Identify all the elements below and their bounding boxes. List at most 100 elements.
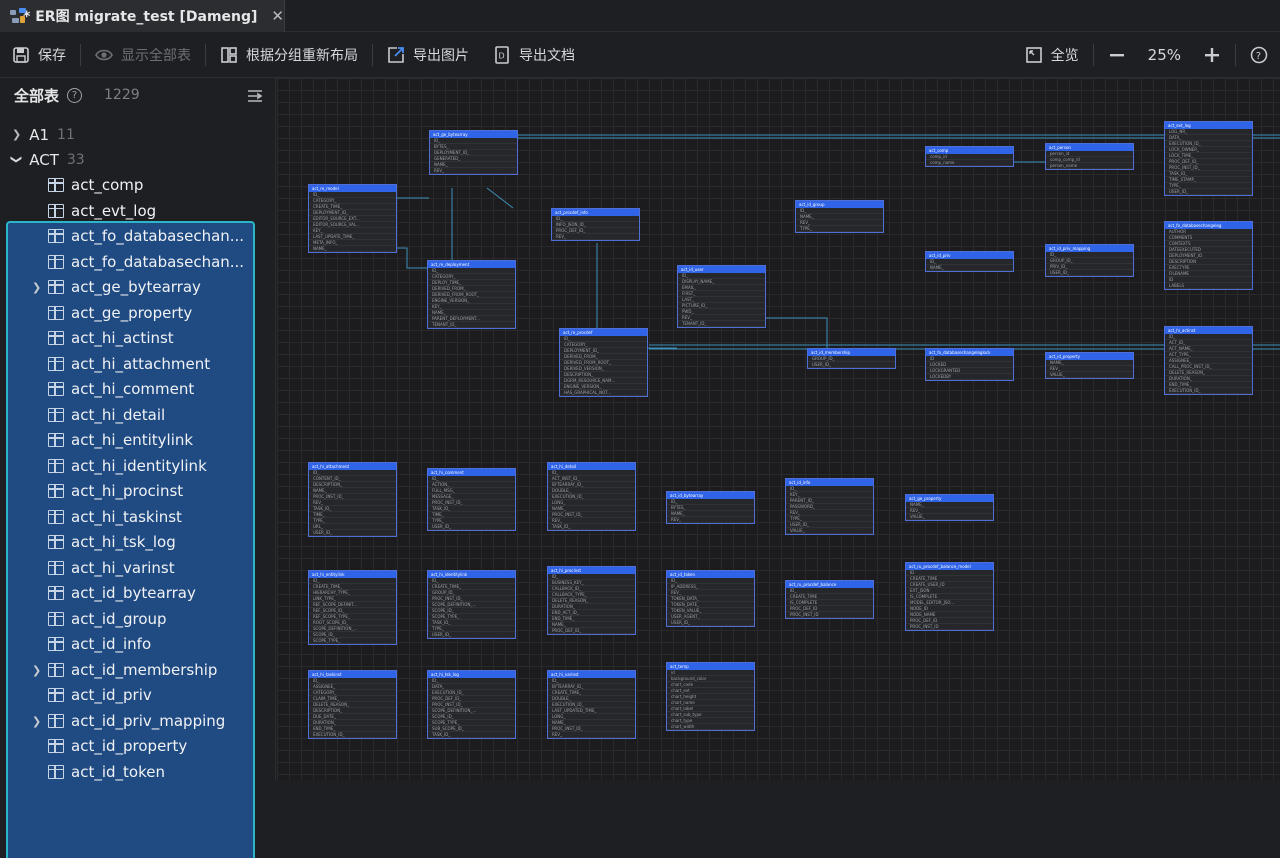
table-list-item[interactable]: act_fo_databasechan...	[8, 250, 251, 275]
er-entity-act-hi-identitylink[interactable]: act_hi_identitylink ID_ CREATE_TIME_ GROUP_…	[427, 570, 516, 639]
entity-column: REV_	[552, 234, 639, 240]
svg-text:?: ?	[1256, 51, 1261, 62]
zoom-in-button[interactable]	[1191, 32, 1233, 78]
entity-header: act_id_bytearray	[667, 492, 754, 499]
entity-header: act_hi_tsk_log	[428, 671, 515, 678]
table-list-item[interactable]: act_fo_databasechan...	[8, 224, 251, 249]
er-entity-act-id-user[interactable]: act_id_user ID_ DISPLAY_NAME_ EMAIL_ FIRST_ L…	[677, 265, 766, 328]
entity-header: act_hi_attachment	[309, 463, 396, 470]
table-list-item[interactable]: act_hi_procinst	[8, 479, 251, 504]
er-entity-act-hi-procinst[interactable]: act_hi_procinst ID_ BUSINESS_KEY_ CALLBACK_…	[547, 566, 636, 635]
er-entity-act-id-info[interactable]: act_id_info ID_ KEY_ PARENT_ID_ PASSWORD_ REV…	[785, 478, 874, 535]
er-entity-act-id-token[interactable]: act_id_token ID_ IP_ADDRESS_ REV_ TOKEN_DATA…	[666, 570, 755, 627]
er-entity-act-fo-databasechangelog[interactable]: act_fo_databasechangelog AUTHOR COMMENTS CO…	[1164, 221, 1253, 290]
entity-header: act_hi_varinst	[548, 671, 635, 678]
table-list-item[interactable]: ❯ act_ge_bytearray	[8, 275, 251, 300]
close-icon[interactable]: ✕	[271, 7, 284, 25]
table-list-item[interactable]: act_ge_property	[8, 301, 251, 326]
table-list-item[interactable]: act_hi_detail	[8, 403, 251, 428]
table-list-item[interactable]: ❯ act_id_membership	[8, 658, 251, 683]
entity-header: act_comp	[926, 147, 1013, 154]
entity-column: person_name	[1046, 163, 1133, 169]
er-entity-act-hi-varinst[interactable]: act_hi_varinst ID_ BYTEARRAY_ID_ CREATE_TIM…	[547, 670, 636, 739]
er-entity-act-temp[interactable]: act_temp id background_color chart_code char…	[666, 662, 755, 731]
table-list-item[interactable]: act_id_token	[8, 760, 251, 785]
group-act[interactable]: ❯ ACT 33	[0, 147, 85, 172]
entity-header: act_fo_databasechangelog	[1165, 222, 1252, 229]
entity-header: act_hi_entitylink	[309, 571, 396, 578]
show-all-button[interactable]: 显示全部表	[83, 32, 203, 78]
table-icon	[48, 739, 64, 753]
er-entity-act-procdef-info[interactable]: act_procdef_info ID_ INFO_JSON_ID_ PROC_DEF…	[551, 208, 640, 241]
tab-er-diagram[interactable]: * ER图 migrate_test [Dameng] ✕	[0, 0, 285, 32]
zoom-out-button[interactable]	[1096, 32, 1138, 78]
save-button[interactable]: 保存	[0, 32, 78, 78]
table-list-item[interactable]: act_hi_comment	[8, 377, 251, 402]
entity-column: LOCKEDBY	[926, 374, 1013, 380]
er-entity-act-id-bytearray[interactable]: act_id_bytearray ID_ BYTES_ NAME_ REV_	[666, 491, 755, 524]
er-entity-act-hi-tsk-log[interactable]: act_hi_tsk_log ID_ DATA_ EXECUTION_ID_ PROC_…	[427, 670, 516, 739]
entity-header: act_id_user	[678, 266, 765, 273]
er-entity-act-fo-databasechangeloglock[interactable]: act_fo_databasechangeloglock ID LOCKED LOCK…	[925, 348, 1014, 381]
er-entity-act-hi-comment[interactable]: act_hi_comment ID_ ACTION_ FULL_MSG_ MESSAGE…	[427, 468, 516, 531]
table-list-item[interactable]: ❯ act_id_priv_mapping	[8, 709, 251, 734]
help-icon: ?	[1250, 46, 1268, 64]
er-entity-act-hi-detail[interactable]: act_hi_detail ID_ ACT_INST_ID_ BYTEARRAY_ID…	[547, 462, 636, 531]
table-icon	[48, 178, 64, 192]
overview-button[interactable]: 全览	[1013, 32, 1091, 78]
er-entity-act-hi-actinst[interactable]: act_hi_actinst ID_ ACT_ID_ ACT_NAME_ ACT_TYP…	[1164, 326, 1253, 395]
collapse-sidebar-icon[interactable]	[247, 88, 263, 104]
export-image-button[interactable]: 导出图片	[375, 32, 481, 78]
help-button[interactable]: ?	[1238, 32, 1280, 78]
table-icon	[48, 586, 64, 600]
group-a1[interactable]: ❯ A1 11	[0, 122, 275, 147]
er-entity-act-comp[interactable]: act_comp comp_id comp_name	[925, 146, 1014, 167]
table-list-item[interactable]: act_hi_identitylink	[8, 454, 251, 479]
table-list-item[interactable]: act_id_group	[8, 607, 251, 632]
er-entity-act-id-group[interactable]: act_id_group ID_ NAME_ REV_ TYPE_	[795, 200, 884, 233]
entity-header: act_id_priv	[926, 252, 1013, 259]
table-list-item[interactable]: act_hi_taskinst	[8, 505, 251, 530]
table-list-item[interactable]: act_id_priv	[8, 683, 251, 708]
er-entity-act-hi-taskinst[interactable]: act_hi_taskinst ID_ ASSIGNEE_ CATEGORY_ CLAI…	[308, 670, 397, 739]
table-list-item[interactable]: act_hi_entitylink	[8, 428, 251, 453]
table-list-item[interactable]: act_id_property	[8, 734, 251, 759]
show-all-label: 显示全部表	[121, 47, 191, 64]
er-diagram-canvas[interactable]: act_ge_bytearray ID_ BYTES_ DEPLOYMENT_ID_ G…	[277, 78, 1280, 780]
er-entity-act-id-membership[interactable]: act_id_membership GROUP_ID_ USER_ID_	[807, 348, 896, 369]
er-entity-act-ge-property[interactable]: act_ge_property NAME_ REV_ VALUE_	[905, 494, 994, 521]
table-name: act_ge_bytearray	[71, 278, 201, 296]
chevron-right-icon[interactable]: ❯	[32, 715, 41, 728]
table-list-item[interactable]: act_hi_actinst	[8, 326, 251, 351]
relayout-button[interactable]: 根据分组重新布局	[208, 32, 370, 78]
chevron-right-icon[interactable]: ❯	[32, 664, 41, 677]
export-doc-button[interactable]: D 导出文档	[481, 32, 587, 78]
er-entity-act-ge-bytearray[interactable]: act_ge_bytearray ID_ BYTES_ DEPLOYMENT_ID_ G…	[429, 130, 518, 175]
help-icon[interactable]: ?	[67, 87, 83, 103]
er-entity-act-id-priv-mapping[interactable]: act_id_priv_mapping ID_ GROUP_ID_ PRIV_ID_ U…	[1045, 244, 1134, 277]
table-name: act_comp	[71, 176, 144, 194]
er-entity-act-re-model[interactable]: act_re_model ID_ CATEGORY_ CREATE_TIME_ DEPL…	[308, 184, 397, 253]
chevron-right-icon[interactable]: ❯	[32, 281, 41, 294]
entity-column: USER_ID_	[808, 362, 895, 368]
er-entity-act-id-property[interactable]: act_id_property NAME_ REV_ VALUE_	[1045, 352, 1134, 379]
er-entity-act-hi-attachment[interactable]: act_hi_attachment ID_ CONTENT_ID_ DESCRIPTI…	[308, 462, 397, 537]
overview-label: 全览	[1050, 48, 1079, 64]
table-list-item[interactable]: act_comp	[8, 173, 251, 198]
er-entity-act-evt-log[interactable]: act_evt_log LOG_NR_ DATA_ EXECUTION_ID_ LOCK…	[1164, 121, 1253, 196]
table-list-item[interactable]: act_hi_attachment	[8, 352, 251, 377]
er-entity-act-re-deployment[interactable]: act_re_deployment ID_ CATEGORY_ DEPLOY_TIME…	[427, 260, 516, 329]
er-entity-act-id-priv[interactable]: act_id_priv ID_ NAME_	[925, 251, 1014, 272]
table-list-item[interactable]: act_hi_tsk_log	[8, 530, 251, 555]
table-list-item[interactable]: act_evt_log	[8, 199, 251, 224]
er-entity-act-ru-procdef-balance-model[interactable]: act_ru_procdef_balance_model ID CREATE_TIM…	[905, 562, 994, 631]
table-list-item[interactable]: act_id_bytearray	[8, 581, 251, 606]
table-list-item[interactable]: act_id_info	[8, 632, 251, 657]
layout-icon	[221, 46, 237, 63]
er-entity-act-hi-entitylink[interactable]: act_hi_entitylink ID_ CREATE_TIME_ HIERARCH…	[308, 570, 397, 645]
table-list-item[interactable]: act_hi_varinst	[8, 556, 251, 581]
er-entity-act-person[interactable]: act_person person_id comp_comp_id person_na…	[1045, 143, 1134, 170]
er-entity-act-re-procdef[interactable]: act_re_procdef ID_ CATEGORY_ DEPLOYMENT_ID_…	[559, 328, 648, 397]
er-entity-act-ru-procdef-balance[interactable]: act_ru_procdef_balance ID_ CREATE_TIME IS_C…	[785, 580, 874, 619]
table-icon	[48, 509, 64, 524]
